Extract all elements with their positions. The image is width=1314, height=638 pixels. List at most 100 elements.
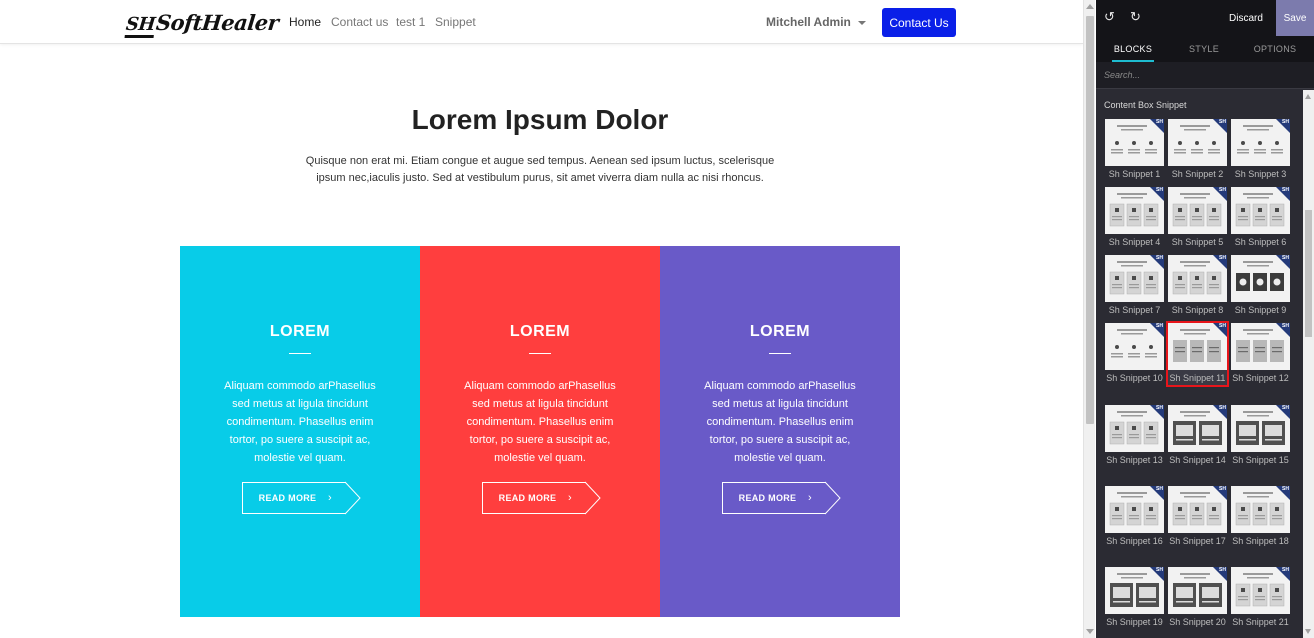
box-title: LOREM: [749, 323, 811, 340]
box-text: Aliquam commodo arPhasellus sed metus at…: [464, 380, 616, 464]
snippet-tile[interactable]: SH Sh Snippet 14: [1168, 405, 1227, 467]
tab-options[interactable]: OPTIONS: [1252, 36, 1298, 62]
snippet-tile[interactable]: SH Sh Snippet 7: [1105, 255, 1164, 317]
badge-text: SH: [1156, 187, 1163, 193]
snippet-label: Sh Snippet 13: [1106, 455, 1163, 465]
snippet-tile[interactable]: SH Sh Snippet 2: [1168, 119, 1227, 181]
undo-icon[interactable]: ↺: [1104, 9, 1115, 25]
scroll-up-arrow-icon[interactable]: [1305, 94, 1311, 99]
badge-text: SH: [1156, 405, 1163, 411]
chevron-right-icon: ›: [808, 492, 812, 504]
snippet-label: Sh Snippet 3: [1234, 169, 1287, 179]
discard-button[interactable]: Discard: [1221, 6, 1271, 30]
box-text: Aliquam commodo arPhasellus sed metus at…: [704, 380, 856, 464]
snippet-label: Sh Snippet 10: [1106, 373, 1163, 383]
snippet-tile[interactable]: SH Sh Snippet 8: [1168, 255, 1227, 317]
snippet-tile[interactable]: SH Sh Snippet 17: [1168, 486, 1227, 548]
badge-text: SH: [1219, 255, 1226, 261]
read-more-button[interactable]: READ MORE ›: [482, 481, 601, 515]
box-text: Aliquam commodo arPhasellus sed metus at…: [224, 380, 376, 464]
snippet-label: Sh Snippet 19: [1106, 617, 1163, 627]
snippet-tile[interactable]: SH Sh Snippet 9: [1231, 255, 1290, 317]
badge-text: SH: [1282, 119, 1289, 125]
snippet-thumbnail: SH: [1105, 119, 1164, 166]
arrow-shape-icon: [824, 481, 841, 515]
scrollbar-thumb[interactable]: [1305, 210, 1312, 337]
snippet-label: Sh Snippet 21: [1232, 617, 1289, 627]
snippet-label: Sh Snippet 15: [1232, 455, 1289, 465]
badge-text: SH: [1282, 255, 1289, 261]
snippet-tile[interactable]: SH Sh Snippet 19: [1105, 567, 1164, 629]
save-button[interactable]: Save: [1276, 0, 1314, 36]
nav-link-home[interactable]: Home: [289, 15, 321, 29]
caret-down-icon: [857, 20, 866, 25]
snippet-label: Sh Snippet 1: [1108, 169, 1161, 179]
editor-panel: ↺ ↻ Discard Save BLOCKS STYLE OPTIONS Co…: [1096, 0, 1314, 638]
snippet-thumbnail: SH: [1231, 567, 1290, 614]
chevron-right-icon: ›: [328, 492, 332, 504]
snippet-thumbnail: SH: [1168, 187, 1227, 234]
snippet-tile[interactable]: SH Sh Snippet 21: [1231, 567, 1290, 629]
snippet-thumbnail: SH: [1168, 119, 1227, 166]
tab-style[interactable]: STYLE: [1184, 36, 1224, 62]
redo-icon[interactable]: ↻: [1130, 9, 1141, 25]
logo-text: SoftHealer: [154, 10, 280, 35]
read-more-button[interactable]: READ MORE ›: [722, 481, 841, 515]
scroll-up-arrow-icon[interactable]: [1086, 4, 1094, 9]
box-title: LOREM: [269, 323, 331, 340]
snippet-tile[interactable]: SH Sh Snippet 10: [1105, 323, 1164, 385]
snippet-tile[interactable]: SH Sh Snippet 18: [1231, 486, 1290, 548]
snippet-label: Sh Snippet 17: [1169, 536, 1226, 546]
scroll-down-arrow-icon[interactable]: [1305, 629, 1311, 634]
snippet-label: Sh Snippet 18: [1232, 536, 1289, 546]
snippet-tile[interactable]: SH Sh Snippet 1: [1105, 119, 1164, 181]
arrow-shape-icon: [584, 481, 601, 515]
snippet-tile[interactable]: SH Sh Snippet 5: [1168, 187, 1227, 249]
snippet-label: Sh Snippet 16: [1106, 536, 1163, 546]
nav-link-snippet[interactable]: Snippet: [435, 15, 476, 29]
snippet-tile[interactable]: SH Sh Snippet 4: [1105, 187, 1164, 249]
nav-link-test-1[interactable]: test 1: [396, 15, 425, 29]
badge-text: SH: [1219, 323, 1226, 329]
read-more-button[interactable]: READ MORE ›: [242, 481, 361, 515]
snippet-label: Sh Snippet 9: [1234, 305, 1287, 315]
snippet-tile[interactable]: SH Sh Snippet 13: [1105, 405, 1164, 467]
snippet-search-input[interactable]: [1096, 62, 1314, 89]
user-menu[interactable]: Mitchell Admin: [766, 15, 866, 29]
snippet-label: Sh Snippet 11: [1168, 370, 1227, 385]
content-box-2: LOREM Aliquam commodo arPhasellus sed me…: [420, 246, 660, 617]
snippet-thumbnail: SH: [1105, 255, 1164, 302]
scrollbar-thumb[interactable]: [1086, 16, 1094, 424]
website-scrollbar[interactable]: [1083, 0, 1095, 638]
snippet-tile[interactable]: SH Sh Snippet 3: [1231, 119, 1290, 181]
snippet-tile[interactable]: SH Sh Snippet 12: [1231, 323, 1290, 385]
snippet-thumbnail: SH: [1105, 567, 1164, 614]
snippet-thumbnail: SH: [1231, 486, 1290, 533]
snippet-thumbnail: SH: [1168, 255, 1227, 302]
snippet-label: Sh Snippet 6: [1234, 237, 1287, 247]
snippet-tile[interactable]: SH Sh Snippet 20: [1168, 567, 1227, 629]
contact-us-button[interactable]: Contact Us: [882, 8, 956, 37]
snippet-thumbnail: SH: [1168, 405, 1227, 452]
content-box-1: LOREM Aliquam commodo arPhasellus sed me…: [180, 246, 420, 617]
badge-text: SH: [1219, 119, 1226, 125]
snippet-tile[interactable]: SH Sh Snippet 11: [1166, 321, 1229, 387]
scroll-down-arrow-icon[interactable]: [1086, 629, 1094, 634]
box-divider: [289, 353, 311, 354]
tab-blocks[interactable]: BLOCKS: [1112, 36, 1154, 62]
box-divider: [529, 353, 551, 354]
badge-text: SH: [1219, 405, 1226, 411]
snippet-label: Sh Snippet 7: [1108, 305, 1161, 315]
navbar: SHSoftHealer Home Contact us test 1 Snip…: [0, 0, 1083, 44]
snippet-tile[interactable]: SH Sh Snippet 16: [1105, 486, 1164, 548]
snippet-tile[interactable]: SH Sh Snippet 15: [1231, 405, 1290, 467]
snippet-label: Sh Snippet 4: [1108, 237, 1161, 247]
nav-link-contact-us[interactable]: Contact us: [331, 15, 388, 29]
panel-scrollbar[interactable]: [1303, 90, 1314, 638]
chevron-right-icon: ›: [568, 492, 572, 504]
softhealer-logo[interactable]: SHSoftHealer: [124, 10, 280, 38]
snippet-label: Sh Snippet 8: [1171, 305, 1224, 315]
badge-text: SH: [1219, 567, 1226, 573]
badge-text: SH: [1156, 119, 1163, 125]
snippet-tile[interactable]: SH Sh Snippet 6: [1231, 187, 1290, 249]
